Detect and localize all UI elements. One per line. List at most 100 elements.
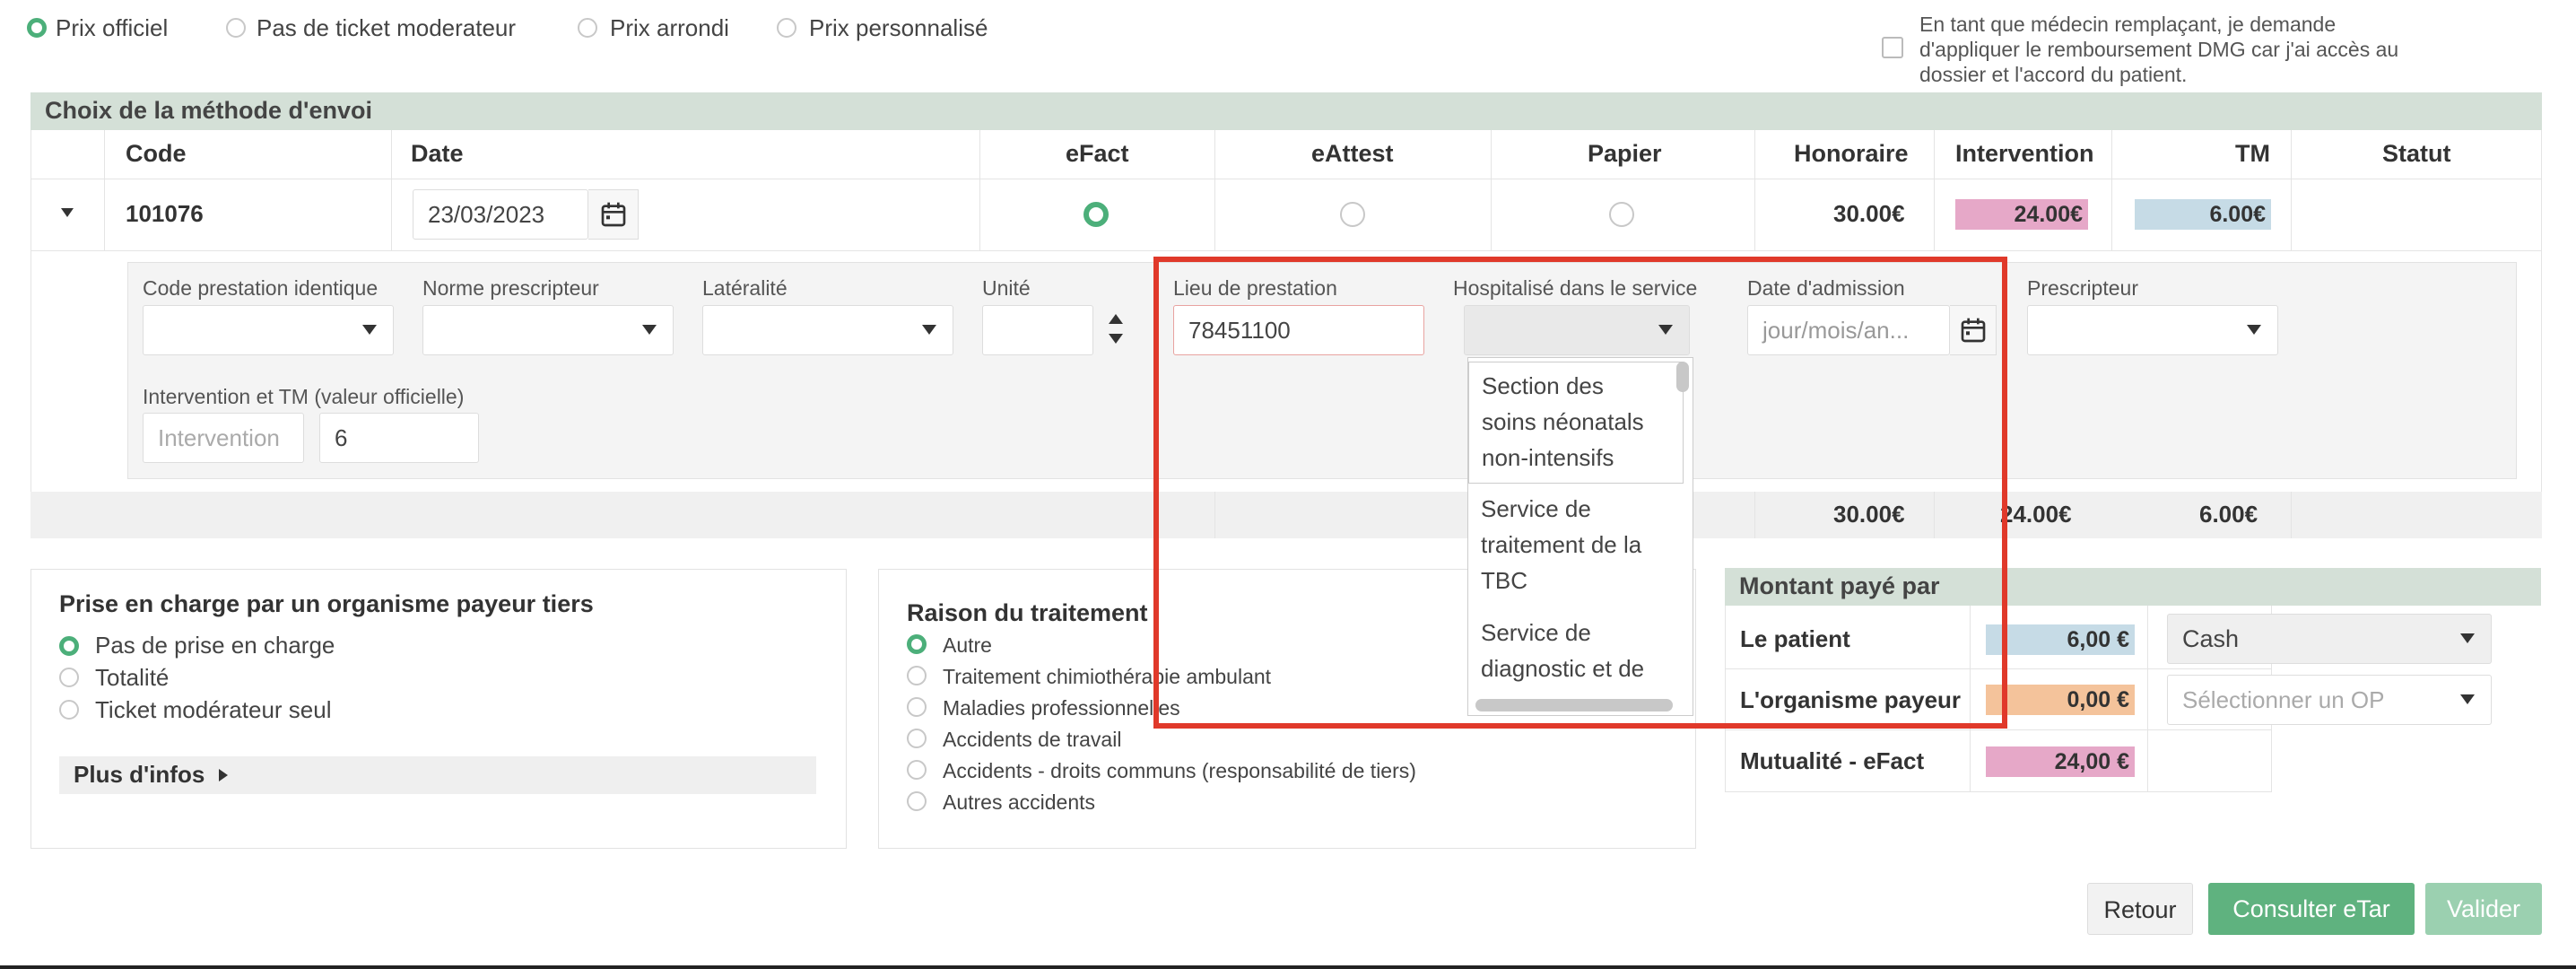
row-tm: 6.00€ [2135, 199, 2271, 230]
payer-label-none: Pas de prise en charge [95, 632, 335, 659]
input-date-admission[interactable]: jour/mois/an... [1747, 305, 1950, 355]
dropdown-option[interactable]: Service de diagnostic et de [1468, 609, 1684, 699]
dropdown-option-line: Service de [1481, 495, 1591, 522]
dmg-checkbox[interactable] [1882, 37, 1903, 58]
reason-label-autre: Autre [943, 633, 992, 657]
col-header-code: Code [126, 140, 187, 167]
col-header-papier: Papier [1588, 140, 1662, 167]
total-intervention: 24.00€ [2000, 501, 2072, 528]
dmg-notice-line2: d'appliquer le remboursement DMG car j'a… [1919, 38, 2399, 61]
paid-by-patient-select[interactable]: Cash [2167, 614, 2492, 664]
paid-by-patient-select-value: Cash [2182, 625, 2240, 652]
price-radio-no-tm[interactable] [226, 18, 246, 38]
select-prescripteur[interactable] [2027, 305, 2278, 355]
col-header-statut: Statut [2382, 140, 2451, 167]
dmg-notice-line3: dossier et l'accord du patient. [1919, 63, 2188, 86]
total-honoraire: 30.00€ [1833, 501, 1905, 528]
input-lieu[interactable]: 78451100 [1173, 305, 1424, 355]
paid-by-op-label: L'organisme payeur [1740, 686, 1962, 713]
input-tm[interactable]: 6 [319, 413, 479, 463]
col-header-tm: TM [2235, 140, 2270, 167]
consulter-etar-button[interactable]: Consulter eTar [2208, 883, 2415, 935]
dropdown-vertical-scrollbar[interactable] [1676, 362, 1689, 392]
paid-by-title: Montant payé par [1739, 572, 1940, 599]
dropdown-option-line: traitement de la [1481, 531, 1642, 558]
paid-by-mutualite-label: Mutualité - eFact [1740, 747, 1925, 774]
admission-calendar-button[interactable] [1950, 305, 1997, 355]
paid-by-header: Montant payé par [1725, 568, 2541, 606]
reason-radio-autres[interactable] [907, 791, 927, 811]
col-header-eattest: eAttest [1311, 140, 1394, 167]
valider-button[interactable]: Valider [2425, 883, 2542, 935]
row-intervention: 24.00€ [1955, 199, 2088, 230]
paid-by-op-select[interactable]: Sélectionner un OP [2167, 675, 2492, 725]
unite-stepper[interactable] [1098, 310, 1134, 352]
label-date-admission: Date d'admission [1747, 276, 1905, 300]
reason-radio-autre[interactable] [907, 634, 927, 654]
price-radio-rounded[interactable] [578, 18, 597, 38]
row-code: 101076 [126, 200, 204, 227]
reason-label-chimio: Traitement chimiothérapie ambulant [943, 665, 1272, 688]
price-radio-official[interactable] [27, 18, 47, 38]
more-info-toggle[interactable]: Plus d'infos [59, 756, 816, 794]
payer-radio-tm[interactable] [59, 700, 79, 720]
reason-label-droits: Accidents - droits communs (responsabili… [943, 759, 1416, 782]
stepper-up-icon[interactable] [1109, 314, 1123, 324]
reason-label-travail: Accidents de travail [943, 728, 1122, 751]
row-expand-toggle[interactable] [61, 208, 74, 217]
payer-label-total: Totalité [95, 664, 170, 691]
payer-radio-none[interactable] [59, 636, 79, 656]
total-tm: 6.00€ [2199, 501, 2258, 528]
reason-label-maladies: Maladies professionnelles [943, 696, 1180, 720]
reason-title: Raison du traitement [907, 599, 1148, 626]
col-header-date: Date [411, 140, 464, 167]
window-bottom-border [0, 965, 2576, 969]
row-date-input[interactable]: 23/03/2023 [413, 189, 588, 240]
select-lateralite[interactable] [702, 305, 953, 355]
row-honoraire: 30.00€ [1833, 200, 1905, 227]
label-lateralite: Latéralité [702, 276, 788, 300]
radio-eattest[interactable] [1340, 202, 1365, 227]
label-prescripteur: Prescripteur [2027, 276, 2138, 300]
reason-radio-droits[interactable] [907, 760, 927, 780]
dropdown-horizontal-scrollbar[interactable] [1475, 699, 1673, 711]
select-code-identique[interactable] [143, 305, 394, 355]
paid-by-op-amount: 0,00 € [1986, 685, 2135, 715]
dropdown-option-line: non-intensifs [1482, 444, 1614, 471]
calendar-icon [601, 202, 626, 227]
price-label-custom: Prix personnalisé [809, 14, 988, 41]
reason-radio-maladies[interactable] [907, 697, 927, 717]
label-hospitalise: Hospitalisé dans le service [1453, 276, 1698, 300]
reason-radio-travail[interactable] [907, 729, 927, 748]
stepper-down-icon[interactable] [1109, 334, 1123, 344]
calendar-icon [1961, 318, 1986, 343]
reason-radio-chimio[interactable] [907, 666, 927, 685]
input-intervention[interactable]: Intervention [143, 413, 304, 463]
price-label-official: Prix officiel [56, 14, 169, 41]
select-norme[interactable] [422, 305, 674, 355]
dropdown-option-line: soins néonatals [1482, 408, 1644, 435]
price-radio-custom[interactable] [777, 18, 796, 38]
retour-button[interactable]: Retour [2087, 883, 2193, 935]
dropdown-option-line: Service de [1481, 619, 1591, 646]
reason-label-autres: Autres accidents [943, 790, 1096, 814]
payer-title: Prise en charge par un organisme payeur … [59, 590, 594, 617]
payer-radio-total[interactable] [59, 668, 79, 687]
dropdown-option[interactable]: Section des soins néonatals non-intensif… [1468, 362, 1684, 484]
dropdown-option[interactable]: Service de traitement de la TBC [1468, 485, 1684, 607]
dropdown-option-line: diagnostic et de [1481, 655, 1645, 682]
label-code-identique: Code prestation identique [143, 276, 379, 300]
radio-papier[interactable] [1609, 202, 1634, 227]
label-unite: Unité [982, 276, 1031, 300]
payer-label-tm: Ticket modérateur seul [95, 696, 332, 723]
col-header-honoraire: Honoraire [1794, 140, 1909, 167]
paid-by-op-select-value: Sélectionner un OP [2182, 686, 2385, 713]
select-hospitalise[interactable] [1464, 305, 1690, 355]
input-unite[interactable] [982, 305, 1093, 355]
paid-by-patient-amount: 6,00 € [1986, 624, 2135, 655]
dropdown-option-line: Section des [1482, 372, 1604, 399]
radio-efact[interactable] [1083, 202, 1109, 227]
label-lieu: Lieu de prestation [1173, 276, 1337, 300]
hospitalise-dropdown-list[interactable]: Section des soins néonatals non-intensif… [1467, 357, 1693, 716]
calendar-button[interactable] [588, 189, 639, 240]
